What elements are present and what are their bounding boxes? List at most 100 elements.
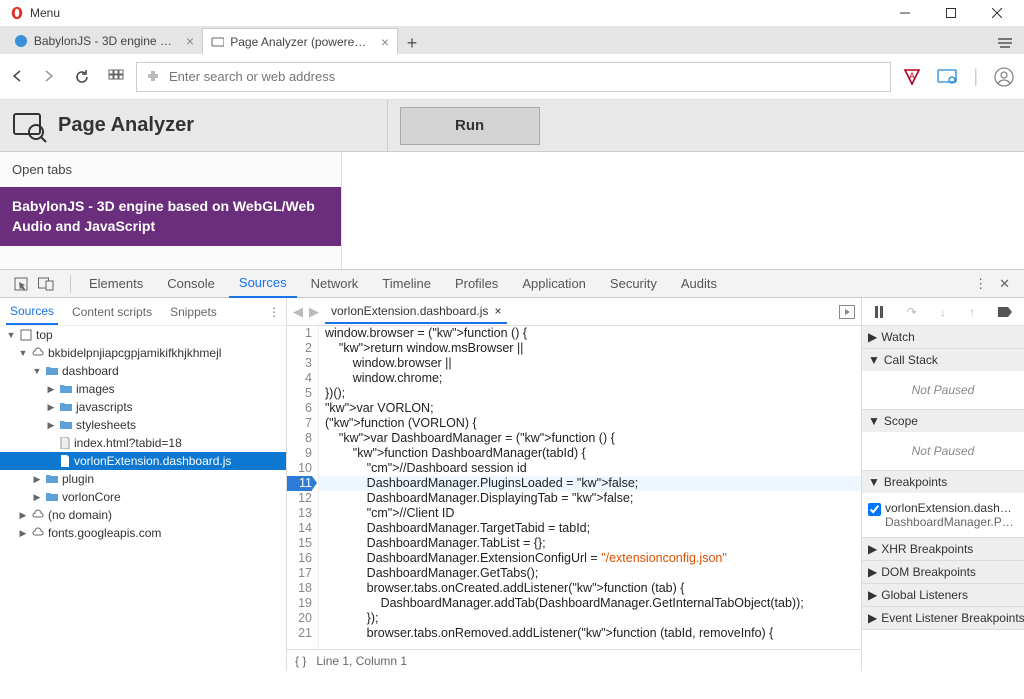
tab-page-analyzer[interactable]: Page Analyzer (powered by × [202, 28, 398, 54]
close-file-icon[interactable]: × [494, 304, 501, 318]
callstack-section[interactable]: ▼Call Stack [862, 349, 1024, 371]
sync-icon[interactable] [937, 69, 957, 85]
panel-timeline[interactable]: Timeline [372, 270, 441, 297]
event-listener-bp-section[interactable]: ▶Event Listener Breakpoints [862, 607, 1024, 629]
folder-icon [46, 492, 58, 502]
panel-sources[interactable]: Sources [229, 269, 297, 298]
pause-icon[interactable] [874, 306, 884, 318]
folder-icon [60, 420, 72, 430]
sources-tab[interactable]: Sources [6, 299, 58, 325]
speed-dial-icon[interactable] [108, 69, 124, 85]
close-devtools-icon[interactable]: ✕ [999, 276, 1010, 292]
file-tree: ▼top ▼bkbidelpnjiapcgpjamikifkhjkhmejl ▼… [0, 326, 286, 671]
code-editor: ◀ ▶ vorlonExtension.dashboard.js× 123456… [287, 298, 862, 671]
dom-breakpoints-section[interactable]: ▶DOM Breakpoints [862, 561, 1024, 583]
back-button[interactable] [10, 69, 24, 85]
nav-back-icon[interactable]: ◀ [293, 304, 303, 320]
xhr-breakpoints-section[interactable]: ▶XHR Breakpoints [862, 538, 1024, 560]
breakpoints-section[interactable]: ▼Breakpoints [862, 471, 1024, 493]
tree-top[interactable]: ▼top [0, 326, 286, 344]
panel-security[interactable]: Security [600, 270, 667, 297]
minimize-button[interactable] [882, 0, 928, 26]
panel-console[interactable]: Console [157, 270, 225, 297]
cloud-icon [32, 527, 44, 539]
debugger-pane: ↷ ↓ ↑ ▶Watch ▼Call StackNot Paused ▼Scop… [862, 298, 1024, 671]
deactivate-bp-icon[interactable] [998, 307, 1012, 317]
profile-icon[interactable] [994, 67, 1014, 87]
open-tabs-panel: Open tabs BabylonJS - 3D engine based on… [0, 152, 342, 269]
easy-setup-icon[interactable] [986, 32, 1024, 54]
tree-javascripts[interactable]: ▶javascripts [0, 398, 286, 416]
open-tab-row[interactable]: BabylonJS - 3D engine based on WebGL/Web… [0, 187, 341, 246]
tree-extension[interactable]: ▼bkbidelpnjiapcgpjamikifkhjkhmejl [0, 344, 286, 362]
tree-index[interactable]: index.html?tabid=18 [0, 434, 286, 452]
more-icon[interactable]: ⋮ [974, 276, 987, 292]
browser-toolbar: A | [0, 54, 1024, 100]
forward-button[interactable] [42, 69, 56, 85]
new-tab-button[interactable]: + [398, 33, 426, 54]
inspect-icon[interactable] [14, 277, 28, 291]
tree-plugin[interactable]: ▶plugin [0, 470, 286, 488]
scope-section[interactable]: ▼Scope [862, 410, 1024, 432]
panel-profiles[interactable]: Profiles [445, 270, 508, 297]
watch-section[interactable]: ▶Watch [862, 326, 1024, 348]
tree-fonts[interactable]: ▶fonts.googleapis.com [0, 524, 286, 542]
breakpoint-item[interactable]: vorlonExtension.dashboard DashboardManag… [868, 499, 1018, 531]
cloud-icon [32, 347, 44, 359]
tab-babylonjs[interactable]: BabylonJS - 3D engine bas × [6, 28, 202, 54]
panel-elements[interactable]: Elements [79, 270, 153, 297]
tree-vorloncore[interactable]: ▶vorlonCore [0, 488, 286, 506]
address-bar[interactable] [136, 62, 891, 92]
tree-stylesheets[interactable]: ▶stylesheets [0, 416, 286, 434]
window-title: Menu [30, 6, 882, 20]
tab-label: BabylonJS - 3D engine bas [34, 34, 174, 48]
folder-icon [46, 474, 58, 484]
content-scripts-tab[interactable]: Content scripts [68, 300, 156, 324]
close-tab-icon[interactable]: × [381, 34, 389, 50]
folder-icon [60, 402, 72, 412]
panel-application[interactable]: Application [512, 270, 596, 297]
address-input[interactable] [169, 69, 882, 84]
run-button[interactable]: Run [400, 107, 540, 145]
global-listeners-section[interactable]: ▶Global Listeners [862, 584, 1024, 606]
devtools-body: Sources Content scripts Snippets ⋮ ▼top … [0, 298, 1024, 671]
page-analyzer-header: Page Analyzer Run [0, 100, 1024, 152]
browser-tabstrip: BabylonJS - 3D engine bas × Page Analyze… [0, 26, 1024, 54]
reload-button[interactable] [74, 69, 90, 85]
adblock-icon[interactable]: A [903, 68, 921, 86]
window-titlebar: Menu [0, 0, 1024, 26]
step-out-icon[interactable]: ↑ [969, 305, 975, 319]
devtools-panel-bar: Elements Console Sources Network Timelin… [0, 269, 1024, 298]
tree-no-domain[interactable]: ▶(no domain) [0, 506, 286, 524]
editor-tab[interactable]: vorlonExtension.dashboard.js× [325, 300, 507, 324]
opera-logo-icon [10, 6, 24, 20]
extension-icon [145, 69, 161, 85]
breakpoint-checkbox[interactable] [868, 503, 881, 516]
cloud-icon [32, 509, 44, 521]
panel-audits[interactable]: Audits [671, 270, 727, 297]
tree-dashboard[interactable]: ▼dashboard [0, 362, 286, 380]
snippets-tab[interactable]: Snippets [166, 300, 221, 324]
step-over-icon[interactable]: ↷ [907, 305, 917, 319]
step-into-icon[interactable]: ↓ [940, 305, 946, 319]
tab-label: Page Analyzer (powered by [230, 35, 369, 49]
more-icon[interactable]: ⋮ [268, 305, 280, 319]
close-tab-icon[interactable]: × [186, 33, 194, 49]
close-window-button[interactable] [974, 0, 1020, 26]
pretty-print-icon[interactable]: { } [295, 654, 306, 668]
device-toggle-icon[interactable] [38, 277, 54, 291]
run-snippet-icon[interactable] [839, 305, 855, 319]
open-tabs-heading: Open tabs [0, 152, 341, 187]
svg-text:A: A [909, 71, 915, 81]
tree-selected-file[interactable]: vorlonExtension.dashboard.js [0, 452, 286, 470]
tree-images[interactable]: ▶images [0, 380, 286, 398]
code-area[interactable]: window.browser = ("kw">function () { "kw… [319, 326, 861, 649]
panel-network[interactable]: Network [301, 270, 369, 297]
cursor-position: Line 1, Column 1 [316, 654, 407, 668]
analyzer-icon [12, 108, 48, 144]
results-panel [342, 152, 1024, 269]
favicon-icon [14, 34, 28, 48]
nav-fwd-icon[interactable]: ▶ [309, 304, 319, 320]
sources-sidebar: Sources Content scripts Snippets ⋮ ▼top … [0, 298, 287, 671]
maximize-button[interactable] [928, 0, 974, 26]
